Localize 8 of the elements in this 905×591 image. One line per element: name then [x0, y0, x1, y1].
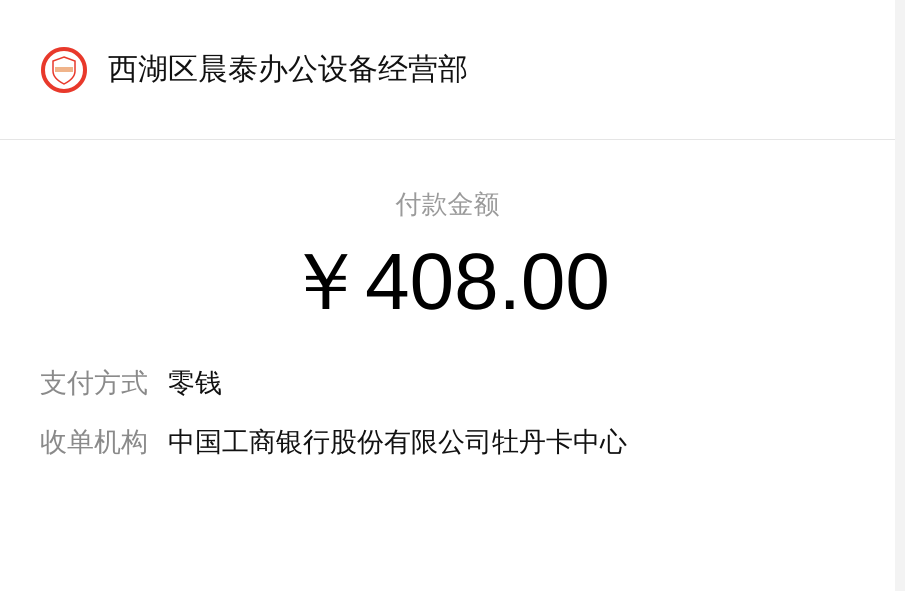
shield-icon — [40, 46, 88, 94]
amount-value: ￥408.00 — [285, 242, 610, 322]
amount-label: 付款金额 — [396, 192, 500, 218]
merchant-name: 西湖区晨泰办公设备经营部 — [108, 51, 468, 89]
detail-label: 收单机构 — [40, 429, 148, 456]
detail-label: 支付方式 — [40, 370, 148, 397]
detail-value: 零钱 — [168, 370, 222, 397]
detail-value: 中国工商银行股份有限公司牡丹卡中心 — [168, 429, 627, 456]
